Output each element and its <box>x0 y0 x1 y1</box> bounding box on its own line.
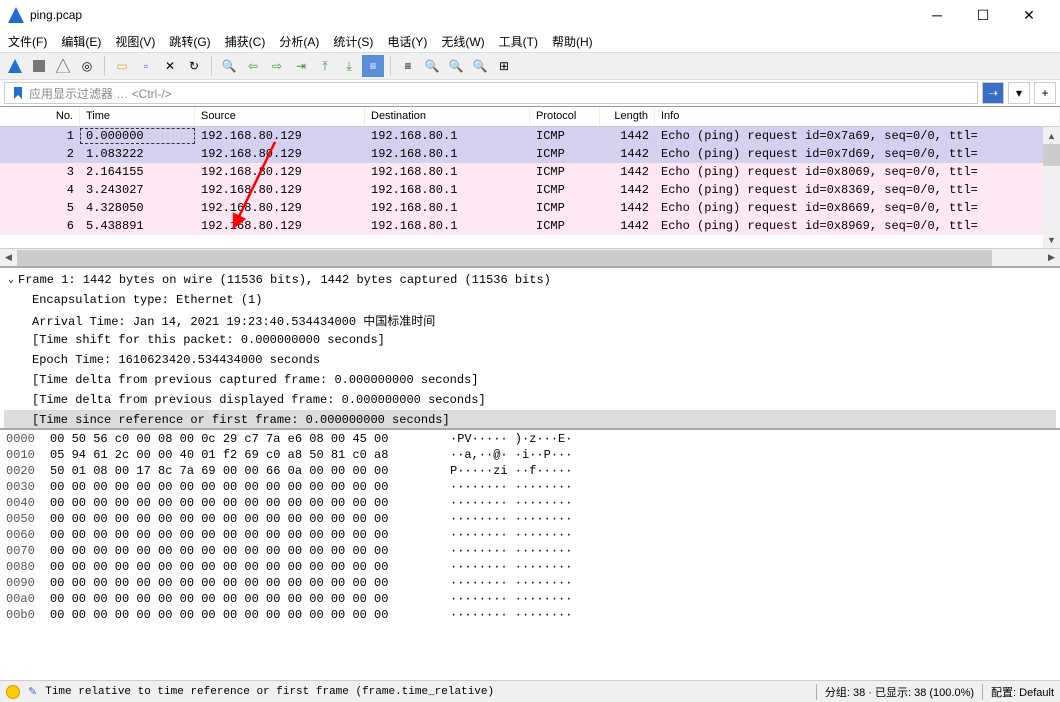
minimize-button[interactable]: ─ <box>914 0 960 30</box>
status-packets: 分组: 38 · 已显示: 38 (100.0%) <box>825 684 974 700</box>
hex-row[interactable]: 000000 50 56 c0 00 08 00 0c 29 c7 7a e6 … <box>6 432 1054 448</box>
col-header-source[interactable]: Source <box>195 107 365 126</box>
col-header-len[interactable]: Length <box>600 107 655 126</box>
hex-row[interactable]: 009000 00 00 00 00 00 00 00 00 00 00 00 … <box>6 576 1054 592</box>
packet-list-pane: No. Time Source Destination Protocol Len… <box>0 106 1060 266</box>
go-to-packet-icon[interactable]: ⇥ <box>290 55 312 77</box>
last-packet-icon[interactable]: ⤓ <box>338 55 360 77</box>
close-button[interactable]: ✕ <box>1006 0 1052 30</box>
col-header-time[interactable]: Time <box>80 107 195 126</box>
bookmark-icon <box>11 86 25 100</box>
status-profile[interactable]: 配置: Default <box>991 684 1054 700</box>
menu-go[interactable]: 跳转(G) <box>169 33 210 50</box>
detail-epoch[interactable]: Epoch Time: 1610623420.534434000 seconds <box>4 350 1056 370</box>
detail-delta-cap[interactable]: [Time delta from previous captured frame… <box>4 370 1056 390</box>
detail-encap[interactable]: Encapsulation type: Ethernet (1) <box>4 290 1056 310</box>
app-icon <box>8 7 24 23</box>
menu-telephony[interactable]: 电话(Y) <box>387 33 427 50</box>
hex-row[interactable]: 001005 94 61 2c 00 00 40 01 f2 69 c0 a8 … <box>6 448 1054 464</box>
expert-info-icon[interactable] <box>6 685 20 699</box>
hex-row[interactable]: 006000 00 00 00 00 00 00 00 00 00 00 00 … <box>6 528 1054 544</box>
restart-capture-icon[interactable] <box>52 55 74 77</box>
detail-frame[interactable]: ⌄Frame 1: 1442 bytes on wire (11536 bits… <box>4 270 1056 290</box>
hex-row[interactable]: 007000 00 00 00 00 00 00 00 00 00 00 00 … <box>6 544 1054 560</box>
zoom-out-icon[interactable]: 🔍 <box>445 55 467 77</box>
detail-delta-disp[interactable]: [Time delta from previous displayed fram… <box>4 390 1056 410</box>
menu-file[interactable]: 文件(F) <box>8 33 47 50</box>
packet-row[interactable]: 65.438891192.168.80.129192.168.80.1ICMP1… <box>0 217 1060 235</box>
collapse-icon[interactable]: ⌄ <box>4 274 18 286</box>
auto-scroll-icon[interactable]: ≡ <box>362 55 384 77</box>
packet-details-pane: ⌄Frame 1: 1442 bytes on wire (11536 bits… <box>0 266 1060 428</box>
go-back-icon[interactable]: ⇦ <box>242 55 264 77</box>
hex-row[interactable]: 00b000 00 00 00 00 00 00 00 00 00 00 00 … <box>6 608 1054 624</box>
save-file-icon[interactable]: ▫ <box>135 55 157 77</box>
maximize-button[interactable]: ☐ <box>960 0 1006 30</box>
menu-statistics[interactable]: 统计(S) <box>333 33 373 50</box>
resize-columns-icon[interactable]: ⊞ <box>493 55 515 77</box>
packet-row[interactable]: 54.328050192.168.80.129192.168.80.1ICMP1… <box>0 199 1060 217</box>
open-file-icon[interactable]: ▭ <box>111 55 133 77</box>
edit-icon[interactable]: ✎ <box>28 685 37 698</box>
filter-dropdown-button[interactable]: ▾ <box>1008 82 1030 104</box>
menubar: 文件(F) 编辑(E) 视图(V) 跳转(G) 捕获(C) 分析(A) 统计(S… <box>0 30 1060 52</box>
col-header-info[interactable]: Info <box>655 107 1060 126</box>
first-packet-icon[interactable]: ⤒ <box>314 55 336 77</box>
reload-icon[interactable]: ↻ <box>183 55 205 77</box>
filterbar: 应用显示过滤器 … <Ctrl-/> ➝ ▾ + <box>0 80 1060 106</box>
scroll-left-icon[interactable]: ◀ <box>0 250 17 266</box>
zoom-reset-icon[interactable]: 🔍 <box>469 55 491 77</box>
hex-row[interactable]: 008000 00 00 00 00 00 00 00 00 00 00 00 … <box>6 560 1054 576</box>
display-filter-input[interactable]: 应用显示过滤器 … <Ctrl-/> <box>4 82 978 104</box>
packet-row[interactable]: 21.083222192.168.80.129192.168.80.1ICMP1… <box>0 145 1060 163</box>
filter-add-button[interactable]: + <box>1034 82 1056 104</box>
menu-help[interactable]: 帮助(H) <box>552 33 593 50</box>
detail-since-ref[interactable]: [Time since reference or first frame: 0.… <box>4 410 1056 428</box>
capture-options-icon[interactable]: ◎ <box>76 55 98 77</box>
colorize-icon[interactable]: ≡ <box>397 55 419 77</box>
packet-list-header: No. Time Source Destination Protocol Len… <box>0 107 1060 127</box>
packet-row[interactable]: 10.000000192.168.80.129192.168.80.1ICMP1… <box>0 127 1060 145</box>
scroll-right-icon[interactable]: ▶ <box>1043 250 1060 266</box>
detail-arrival[interactable]: Arrival Time: Jan 14, 2021 19:23:40.5344… <box>4 310 1056 330</box>
hex-row[interactable]: 003000 00 00 00 00 00 00 00 00 00 00 00 … <box>6 480 1054 496</box>
hex-dump-pane: 000000 50 56 c0 00 08 00 0c 29 c7 7a e6 … <box>0 428 1060 680</box>
toolbar: ◎ ▭ ▫ ✕ ↻ 🔍 ⇦ ⇨ ⇥ ⤒ ⤓ ≡ ≡ 🔍 🔍 🔍 ⊞ <box>0 52 1060 80</box>
menu-analyze[interactable]: 分析(A) <box>279 33 319 50</box>
close-file-icon[interactable]: ✕ <box>159 55 181 77</box>
packet-row[interactable]: 43.243027192.168.80.129192.168.80.1ICMP1… <box>0 181 1060 199</box>
statusbar: ✎ Time relative to time reference or fir… <box>0 680 1060 702</box>
col-header-no[interactable]: No. <box>0 107 80 126</box>
start-capture-icon[interactable] <box>4 55 26 77</box>
hex-row[interactable]: 00a000 00 00 00 00 00 00 00 00 00 00 00 … <box>6 592 1054 608</box>
menu-wireless[interactable]: 无线(W) <box>441 33 484 50</box>
status-text: Time relative to time reference or first… <box>45 686 808 698</box>
filter-expression-button[interactable]: ➝ <box>982 82 1004 104</box>
menu-capture[interactable]: 捕获(C) <box>225 33 266 50</box>
menu-view[interactable]: 视图(V) <box>115 33 155 50</box>
col-header-proto[interactable]: Protocol <box>530 107 600 126</box>
find-packet-icon[interactable]: 🔍 <box>218 55 240 77</box>
scroll-down-icon[interactable]: ▼ <box>1043 231 1060 248</box>
scroll-up-icon[interactable]: ▲ <box>1043 127 1060 144</box>
hex-row[interactable]: 002050 01 08 00 17 8c 7a 69 00 00 66 0a … <box>6 464 1054 480</box>
titlebar: ping.pcap ─ ☐ ✕ <box>0 0 1060 30</box>
window-title: ping.pcap <box>30 8 914 22</box>
menu-edit[interactable]: 编辑(E) <box>61 33 101 50</box>
detail-shift[interactable]: [Time shift for this packet: 0.000000000… <box>4 330 1056 350</box>
hex-row[interactable]: 005000 00 00 00 00 00 00 00 00 00 00 00 … <box>6 512 1054 528</box>
hex-row[interactable]: 004000 00 00 00 00 00 00 00 00 00 00 00 … <box>6 496 1054 512</box>
go-forward-icon[interactable]: ⇨ <box>266 55 288 77</box>
col-header-dest[interactable]: Destination <box>365 107 530 126</box>
packet-row[interactable]: 32.164155192.168.80.129192.168.80.1ICMP1… <box>0 163 1060 181</box>
packet-list-hscrollbar[interactable]: ◀ ▶ <box>0 248 1060 266</box>
packet-list-vscrollbar[interactable]: ▲ ▼ <box>1043 127 1060 248</box>
zoom-in-icon[interactable]: 🔍 <box>421 55 443 77</box>
menu-tools[interactable]: 工具(T) <box>499 33 538 50</box>
stop-capture-icon[interactable] <box>28 55 50 77</box>
